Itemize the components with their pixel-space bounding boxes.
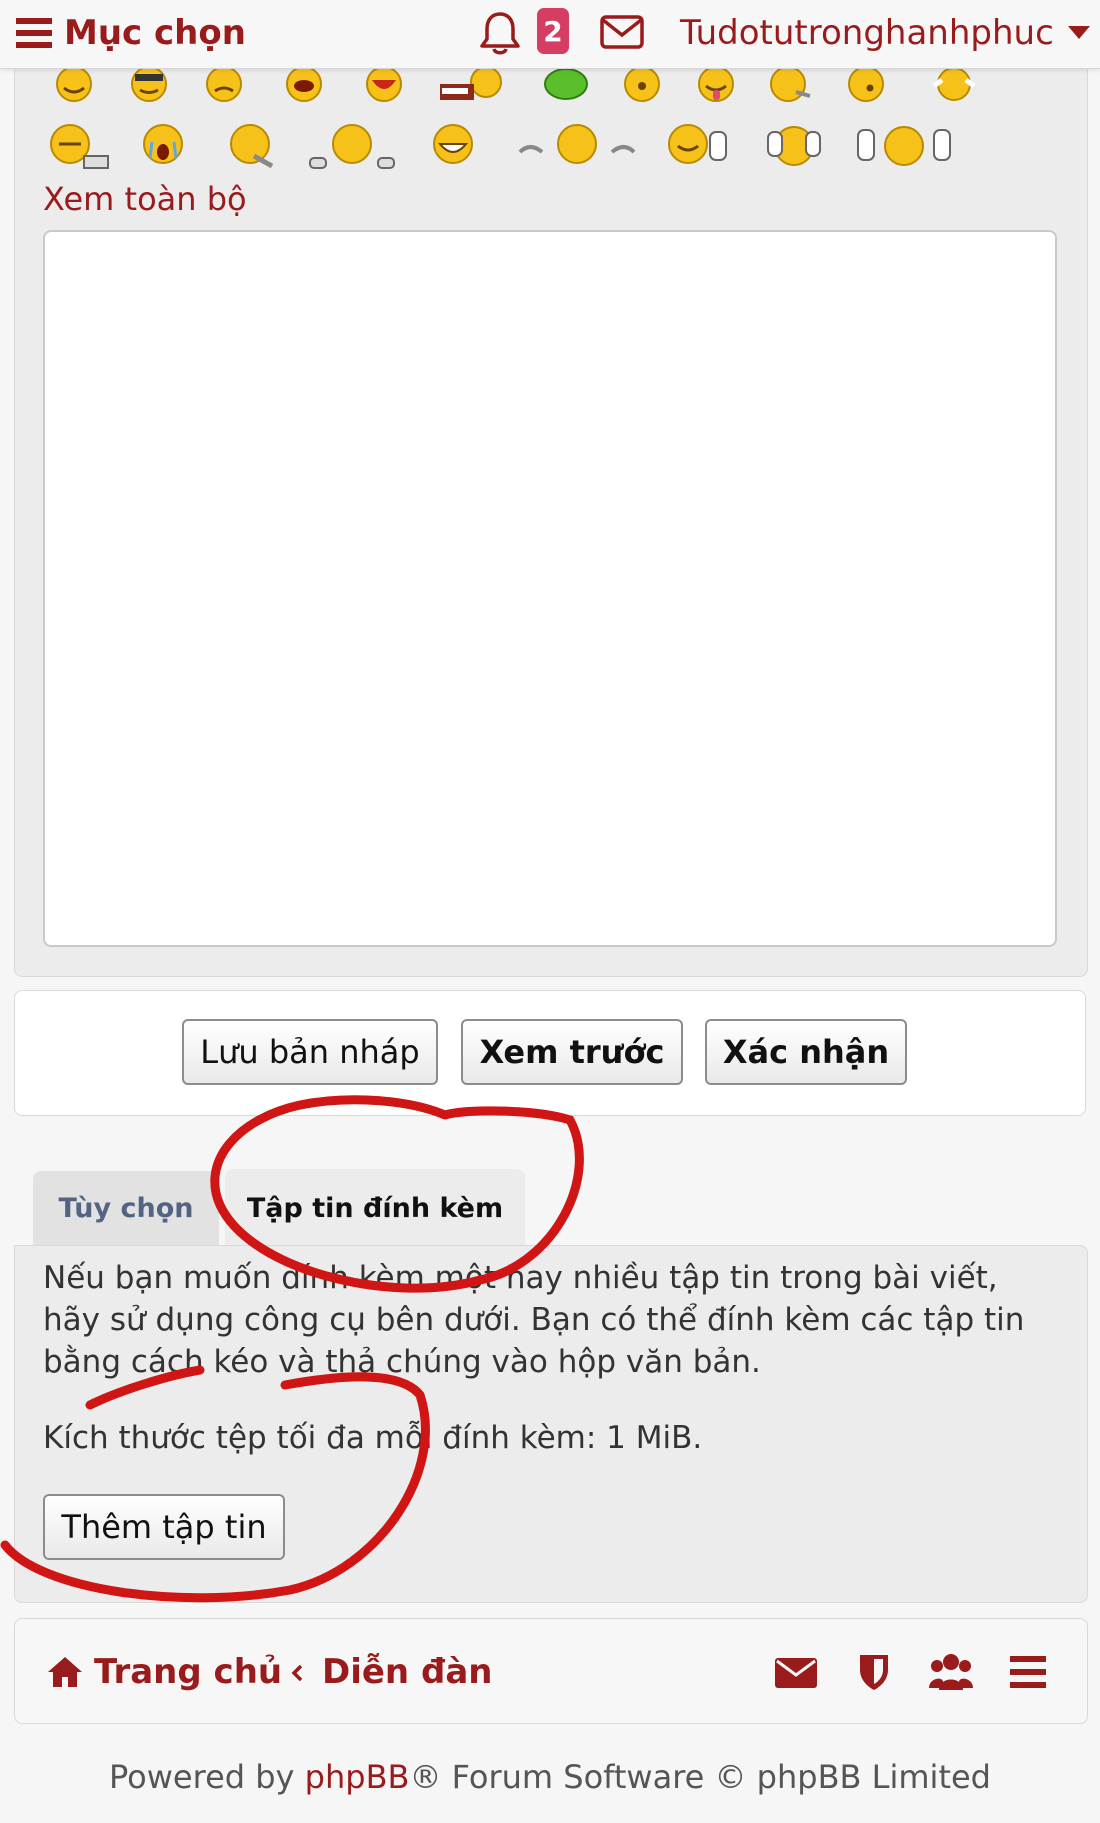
tab-attachments[interactable]: Tập tin đính kèm bbox=[225, 1169, 525, 1247]
powered-prefix: Powered by bbox=[109, 1758, 305, 1796]
sad-smiley-icon[interactable] bbox=[202, 66, 246, 106]
user-menu[interactable]: Tudotutronghanhphuc bbox=[680, 10, 1090, 56]
peace-smiley-icon[interactable] bbox=[854, 122, 954, 172]
smiley-icon[interactable] bbox=[52, 66, 96, 106]
whatever-smiley-icon[interactable] bbox=[516, 122, 638, 172]
home-icon bbox=[48, 1657, 82, 1687]
breadcrumb-home[interactable]: Trang chủ bbox=[46, 1650, 282, 1694]
grin-smiley-icon[interactable] bbox=[428, 122, 478, 172]
scared-smiley-icon[interactable] bbox=[930, 66, 978, 106]
hamburger-icon[interactable] bbox=[1010, 1656, 1046, 1688]
shout-smiley-icon[interactable] bbox=[282, 66, 326, 106]
preview-button[interactable]: Xem trước bbox=[461, 1019, 683, 1085]
bell-icon[interactable] bbox=[478, 10, 522, 56]
phpbb-link[interactable]: phpBB bbox=[305, 1758, 410, 1796]
message-textarea[interactable] bbox=[43, 230, 1057, 947]
attachments-help-text: Nếu bạn muốn đính kèm một hay nhiều tập … bbox=[43, 1260, 1025, 1380]
add-file-button[interactable]: Thêm tập tin bbox=[43, 1494, 285, 1560]
breadcrumb-forum[interactable]: Diễn đàn bbox=[322, 1650, 492, 1694]
top-bar: Mục chọn 2 Tudotutronghanhphuc bbox=[0, 0, 1100, 69]
crying-smiley-icon[interactable] bbox=[138, 122, 188, 172]
laptop-smiley-icon[interactable] bbox=[48, 122, 114, 172]
thinking-chin-smiley-icon[interactable] bbox=[226, 122, 282, 172]
sleepy-smiley-icon[interactable] bbox=[308, 122, 398, 172]
submit-button[interactable]: Xác nhận bbox=[705, 1019, 907, 1085]
whistle-smiley-icon[interactable] bbox=[844, 66, 888, 106]
save-draft-button[interactable]: Lưu bản nháp bbox=[182, 1019, 438, 1085]
cool-smiley-icon[interactable] bbox=[127, 66, 171, 106]
powered-suffix: ® Forum Software © phpBB Limited bbox=[409, 1758, 991, 1796]
powered-by-text: Powered by phpBB® Forum Software © phpBB… bbox=[0, 1758, 1100, 1796]
hand-wave-smiley-icon[interactable] bbox=[664, 122, 736, 172]
surprised-smiley-icon[interactable] bbox=[620, 66, 664, 106]
caret-down-icon bbox=[1067, 26, 1090, 39]
laugh-smiley-icon[interactable] bbox=[362, 66, 406, 106]
reading-smiley-icon[interactable] bbox=[436, 66, 508, 106]
breadcrumb-home-label: Trang chủ bbox=[94, 1652, 283, 1692]
tongue-smiley-icon[interactable] bbox=[694, 66, 738, 106]
envelope-icon[interactable] bbox=[600, 14, 644, 50]
hands-face-smiley-icon[interactable] bbox=[762, 122, 826, 172]
view-all-smilies-link[interactable]: Xem toàn bộ bbox=[43, 180, 247, 218]
users-icon[interactable] bbox=[929, 1652, 973, 1692]
tab-options[interactable]: Tùy chọn bbox=[33, 1171, 219, 1245]
envelope-icon[interactable] bbox=[775, 1656, 817, 1690]
username: Tudotutronghanhphuc bbox=[680, 13, 1054, 53]
menu-label: Mục chọn bbox=[64, 13, 246, 53]
chevron-left-icon bbox=[291, 1664, 303, 1682]
turtle-smiley-icon[interactable] bbox=[542, 66, 590, 106]
shield-icon[interactable] bbox=[858, 1652, 890, 1692]
menu-button[interactable]: Mục chọn bbox=[16, 10, 246, 56]
hamburger-icon bbox=[16, 18, 52, 48]
notification-badge[interactable]: 2 bbox=[537, 8, 569, 54]
thinking-smiley-icon[interactable] bbox=[766, 66, 814, 106]
breadcrumb-forum-label: Diễn đàn bbox=[322, 1652, 493, 1692]
max-file-size-text: Kích thước tệp tối đa mỗi đính kèm: 1 Mi… bbox=[43, 1420, 703, 1456]
